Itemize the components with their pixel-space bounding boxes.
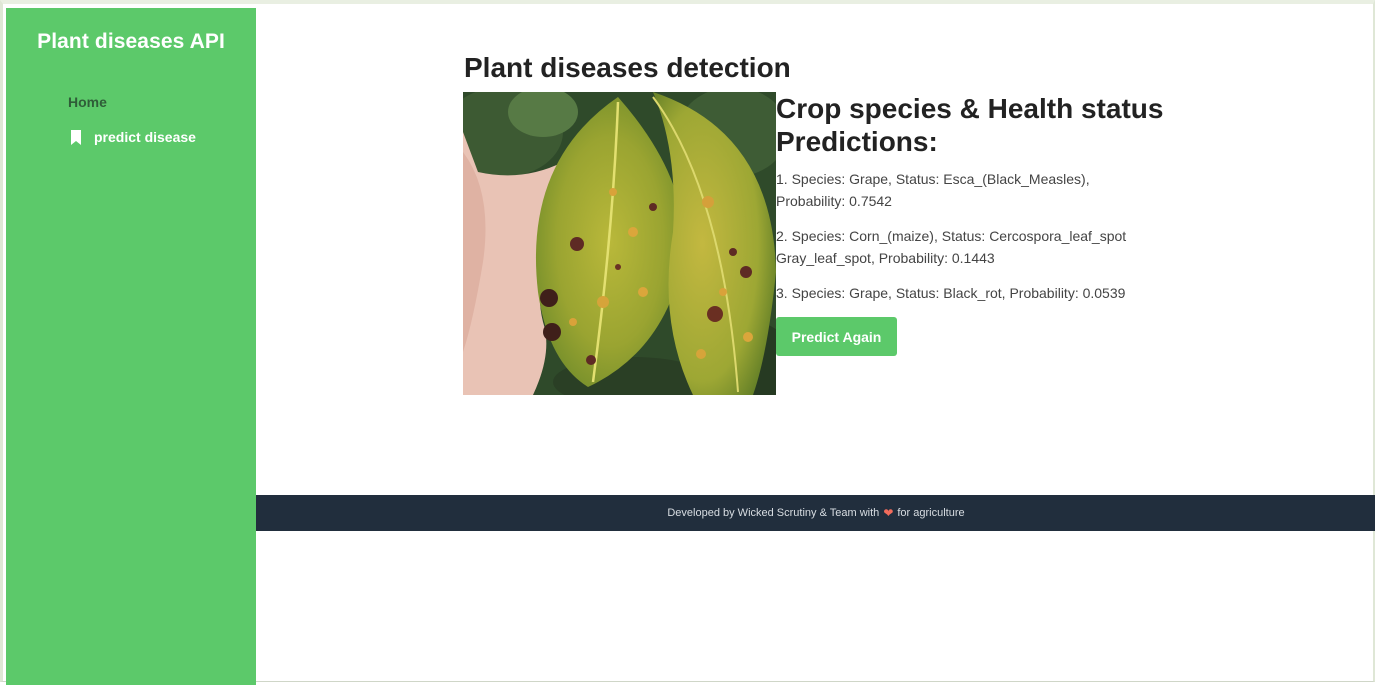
prediction-item: 3. Species: Grape, Status: Black_rot, Pr… bbox=[776, 285, 1126, 301]
heart-icon: ❤ bbox=[883, 506, 894, 520]
prediction-item: 2. Species: Corn_(maize), Status: Cercos… bbox=[776, 228, 1127, 266]
results-title: Crop species & Health status Predictions… bbox=[776, 93, 1164, 157]
sidebar-item-home[interactable]: Home bbox=[68, 94, 107, 110]
page-title: Plant diseases detection bbox=[464, 52, 791, 83]
bookmark-icon bbox=[70, 129, 82, 145]
footer-text: Developed by Wicked Scrutiny & Team with bbox=[667, 507, 880, 519]
leaf-image bbox=[463, 92, 776, 395]
sidebar: Plant diseases API Home predict disease bbox=[6, 8, 256, 685]
footer-text-end: for agriculture bbox=[897, 507, 965, 519]
footer: Developed by Wicked Scrutiny & Team with… bbox=[256, 495, 1375, 531]
prediction-item: 1. Species: Grape, Status: Esca_(Black_M… bbox=[776, 171, 1090, 209]
brand-title: Plant diseases API bbox=[37, 30, 225, 53]
sidebar-item-predict-disease[interactable]: predict disease bbox=[70, 129, 196, 145]
app-window: Plant diseases API Home predict disease … bbox=[0, 0, 1375, 685]
sidebar-item-label: predict disease bbox=[94, 129, 196, 145]
predict-again-button[interactable]: Predict Again bbox=[776, 317, 897, 356]
results-panel: Crop species & Health status Predictions… bbox=[776, 92, 1176, 356]
